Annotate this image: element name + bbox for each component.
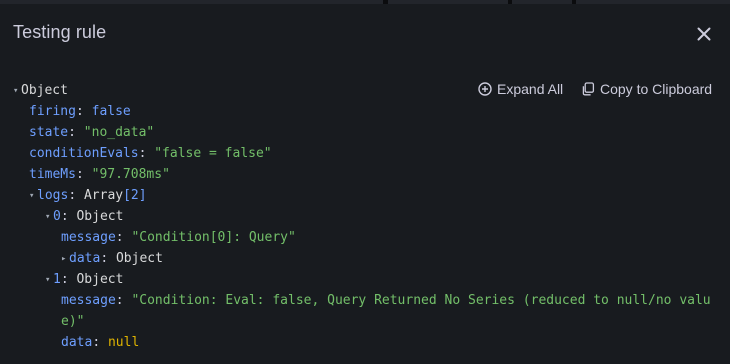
chevron-down-icon[interactable]: ▾ bbox=[13, 81, 21, 102]
log-1-type: Object bbox=[76, 272, 124, 287]
tree-root-row[interactable]: ▾ Object bbox=[13, 80, 68, 102]
close-icon[interactable] bbox=[694, 24, 714, 44]
expand-all-label: Expand All bbox=[497, 81, 564, 97]
logs-count: [2] bbox=[123, 188, 147, 203]
key-log-0-data: data bbox=[69, 251, 101, 266]
tree-row-logs[interactable]: ▾ logs: Array[2] bbox=[29, 185, 147, 207]
key-log-1-data: data bbox=[61, 335, 93, 350]
chevron-right-icon[interactable]: ▸ bbox=[61, 249, 69, 270]
key-time-ms: timeMs bbox=[29, 167, 76, 182]
plus-circle-icon bbox=[478, 82, 492, 96]
key-firing: firing bbox=[29, 104, 76, 119]
tree-row-log-1[interactable]: ▾ 1: Object bbox=[45, 269, 123, 291]
tree-row-log-0-data[interactable]: ▸ data: Object bbox=[61, 248, 163, 270]
tree-row-log-1-message-wrap: e)" bbox=[61, 311, 84, 332]
copy-to-clipboard-button[interactable]: Copy to Clipboard bbox=[581, 79, 712, 99]
modal-title: Testing rule bbox=[13, 22, 107, 42]
value-log-0-message: "Condition[0]: Query" bbox=[131, 230, 296, 245]
key-log-0-index: 0 bbox=[53, 209, 61, 224]
tree-row-condition-evals: conditionEvals: "false = false" bbox=[29, 146, 272, 161]
tree-row-time-ms: timeMs: "97.708ms" bbox=[29, 167, 170, 182]
expand-all-button[interactable]: Expand All bbox=[478, 79, 563, 99]
tree-row-firing: firing: false bbox=[29, 104, 131, 119]
key-log-1-index: 1 bbox=[53, 272, 61, 287]
chevron-down-icon[interactable]: ▾ bbox=[45, 207, 53, 228]
top-strip bbox=[0, 0, 730, 4]
key-log-1-message: message bbox=[61, 293, 116, 308]
key-condition-evals: conditionEvals bbox=[29, 146, 139, 161]
log-0-data-type: Object bbox=[115, 251, 163, 266]
value-firing: false bbox=[91, 104, 131, 119]
value-log-1-data: null bbox=[107, 335, 140, 350]
value-log-1-message-line2: e)" bbox=[61, 314, 85, 329]
copy-label: Copy to Clipboard bbox=[600, 81, 713, 97]
log-0-type: Object bbox=[76, 209, 124, 224]
key-log-0-message: message bbox=[61, 230, 116, 245]
chevron-down-icon[interactable]: ▾ bbox=[29, 186, 37, 207]
key-state: state bbox=[29, 125, 69, 140]
tree-row-log-0[interactable]: ▾ 0: Object bbox=[45, 206, 123, 228]
testing-rule-modal: Testing rule Expand All Copy to Clipboar… bbox=[0, 0, 730, 364]
logs-type: Array bbox=[83, 188, 124, 203]
close-button[interactable] bbox=[694, 24, 714, 44]
value-time-ms: "97.708ms" bbox=[91, 167, 170, 182]
value-log-1-message-line1: "Condition: Eval: false, Query Returned … bbox=[131, 293, 711, 308]
value-condition-evals: "false = false" bbox=[154, 146, 272, 161]
tree-row-log-1-message: message: "Condition: Eval: false, Query … bbox=[61, 293, 711, 308]
value-state: "no_data" bbox=[83, 125, 155, 140]
root-type: Object bbox=[21, 83, 68, 98]
tree-row-state: state: "no_data" bbox=[29, 125, 155, 140]
tree-row-log-1-data: data: null bbox=[61, 335, 140, 350]
key-logs: logs bbox=[37, 188, 69, 203]
chevron-down-icon[interactable]: ▾ bbox=[45, 270, 53, 291]
copy-icon bbox=[582, 82, 595, 96]
tree-row-log-0-message: message: "Condition[0]: Query" bbox=[61, 230, 296, 245]
